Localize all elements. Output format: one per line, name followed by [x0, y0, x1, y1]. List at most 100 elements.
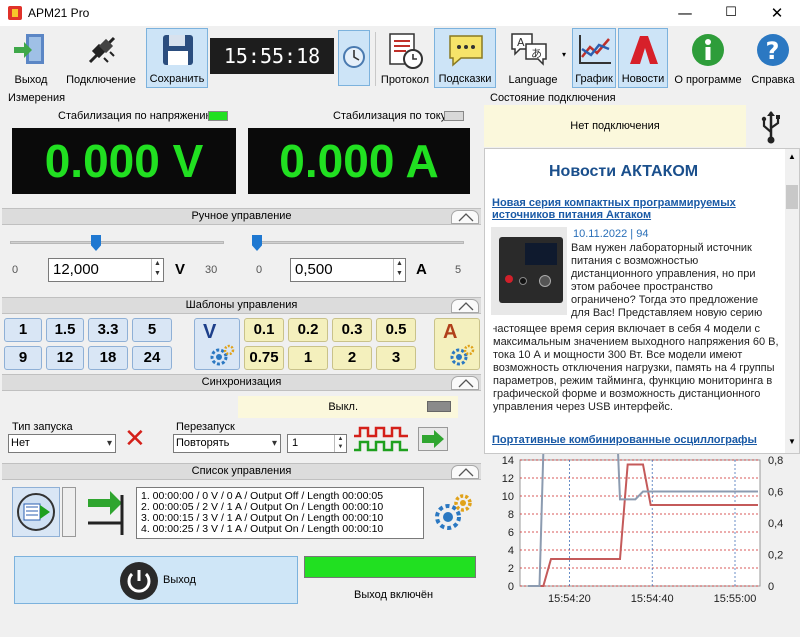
voltage-slider[interactable]	[10, 241, 224, 244]
cv-label: Стабилизация по напряжению	[58, 110, 214, 122]
launch-type-select[interactable]: Нет	[8, 434, 116, 453]
voltage-preset-button[interactable]: 9	[4, 346, 42, 370]
y-tick-right: 0,8	[768, 455, 783, 467]
current-preset-button[interactable]: 0.3	[332, 318, 372, 342]
current-display: 0.000 A	[248, 128, 470, 194]
language-button[interactable]: Aあ Language ▾	[500, 28, 566, 88]
maximize-button[interactable]: ☐	[708, 0, 754, 26]
gears-icon	[450, 344, 475, 366]
collapse-icon[interactable]	[451, 210, 479, 224]
control-list-title: Список управления	[191, 465, 292, 477]
current-preset-button[interactable]: 1	[288, 346, 328, 370]
current-preset-button[interactable]: 0.1	[244, 318, 284, 342]
y-tick-right: 0,2	[768, 550, 783, 562]
list-item[interactable]: 4. 00:00:25 / 3 V / 1 A / Output On / Le…	[141, 524, 419, 535]
y-tick-right: 0	[768, 581, 774, 593]
control-list[interactable]: 1. 00:00:00 / 0 V / 0 A / Output Off / L…	[136, 487, 424, 539]
help-button[interactable]: ? Справка	[748, 28, 798, 88]
exit-button[interactable]: Выход	[4, 28, 58, 88]
current-preset-button[interactable]: 2	[332, 346, 372, 370]
connect-button[interactable]: Подключение	[62, 28, 140, 88]
current-preset-button[interactable]: 3	[376, 346, 416, 370]
templates-header[interactable]: Шаблоны управления	[2, 297, 481, 314]
voltage-preset-button[interactable]: 24	[132, 346, 172, 370]
minimize-button[interactable]: —	[662, 0, 708, 26]
y-tick-right: 0,4	[768, 518, 783, 530]
collapse-icon[interactable]	[451, 299, 479, 313]
voltage-preset-button[interactable]: 12	[46, 346, 84, 370]
x-tick: 15:55:00	[714, 593, 757, 605]
toolbar-separator	[375, 32, 376, 86]
load-list-button[interactable]	[84, 487, 132, 537]
current-unit: A	[416, 261, 427, 278]
current-spin-arrows[interactable]: ▲ ▼	[393, 259, 405, 281]
signal-wave-icon	[354, 426, 408, 452]
protocol-button[interactable]: Протокол	[378, 28, 432, 88]
news-button[interactable]: Новости	[618, 28, 668, 88]
start-sync-button[interactable]	[418, 427, 448, 451]
voltage-spin-arrows[interactable]: ▲ ▼	[151, 259, 163, 281]
voltage-preset-button[interactable]: 3.3	[88, 318, 128, 342]
power-icon	[120, 562, 158, 600]
list-settings-button[interactable]	[430, 487, 476, 537]
list-progress-indicator	[62, 487, 76, 537]
news-text-continued: источников питания Актаком APS-11xx. В н…	[493, 323, 779, 413]
current-slider[interactable]	[252, 241, 464, 244]
manual-control-header[interactable]: Ручное управление	[2, 208, 481, 225]
current-max-label: 5	[455, 264, 462, 276]
current-templates-settings-button[interactable]: A	[434, 318, 480, 370]
clock-display: 15:55:18	[210, 38, 334, 74]
control-list-header[interactable]: Список управления	[2, 463, 481, 480]
news-scrollbar[interactable]: ▲ ▼	[785, 149, 799, 453]
run-list-button[interactable]	[12, 487, 60, 537]
news-panel: Новости АКТАКОМ Новая серия компактных п…	[484, 148, 800, 454]
about-button[interactable]: О программе	[672, 28, 744, 88]
restart-label: Перезапуск	[176, 421, 235, 433]
clock-settings-button[interactable]	[338, 30, 370, 86]
list-play-icon	[17, 493, 55, 531]
current-slider-thumb[interactable]	[252, 235, 262, 251]
current-input[interactable]: 0,500 ▲ ▼	[290, 258, 406, 282]
news-header: Новости АКТАКОМ	[549, 163, 699, 180]
y-tick-left: 0	[508, 581, 514, 593]
voltage-slider-thumb[interactable]	[91, 235, 101, 251]
output-chart[interactable]: 0 2 4 6 8 10 12 14 0 0,2 0,4 0,6 0,8 15:54:20 15:54:40…	[484, 454, 800, 634]
collapse-icon[interactable]	[451, 465, 479, 479]
graph-button[interactable]: График	[572, 28, 616, 88]
restart-select[interactable]: Повторять	[173, 434, 281, 453]
current-preset-button[interactable]: 0.2	[288, 318, 328, 342]
save-button[interactable]: Сохранить	[146, 28, 208, 88]
voltage-preset-button[interactable]: 1	[4, 318, 42, 342]
voltage-input[interactable]: 12,000 ▲ ▼	[48, 258, 164, 282]
templates-title: Шаблоны управления	[185, 299, 298, 311]
voltage-max-label: 30	[205, 264, 218, 276]
cv-indicator	[208, 111, 228, 121]
scroll-thumb[interactable]	[786, 185, 798, 209]
news-item-link[interactable]: Новая серия компактных программируемых и…	[492, 197, 772, 221]
voltage-preset-button[interactable]: 5	[132, 318, 172, 342]
scroll-down-icon[interactable]: ▼	[788, 437, 796, 446]
sync-header[interactable]: Синхронизация	[2, 374, 481, 391]
connection-status: Нет подключения	[484, 105, 746, 147]
voltage-templates-settings-button[interactable]: V	[194, 318, 240, 370]
voltage-preset-button[interactable]: 1.5	[46, 318, 84, 342]
collapse-icon[interactable]	[451, 376, 479, 390]
repeat-spin-arrows[interactable]: ▲ ▼	[334, 435, 346, 452]
repeat-count-input[interactable]: 1 ▲ ▼	[287, 434, 347, 453]
y-tick-left: 10	[502, 491, 514, 503]
scroll-up-icon[interactable]: ▲	[788, 152, 796, 161]
output-toggle-button[interactable]: Выход	[14, 556, 298, 604]
sync-title: Синхронизация	[201, 376, 282, 388]
x-tick: 15:54:40	[631, 593, 674, 605]
app-icon	[8, 6, 22, 20]
speech-bubble-icon	[449, 35, 483, 67]
y-tick-left: 12	[502, 473, 514, 485]
close-button[interactable]: ✕	[754, 0, 800, 26]
news-item-link[interactable]: Портативные комбинированные осциллографы	[492, 434, 757, 446]
voltage-preset-button[interactable]: 18	[88, 346, 128, 370]
hints-button[interactable]: Подсказки	[434, 28, 496, 88]
news-text: Вам нужен лабораторный источник питания …	[571, 242, 763, 319]
current-preset-button[interactable]: 0.5	[376, 318, 416, 342]
cancel-icon[interactable]: ✕	[124, 426, 146, 452]
current-preset-button[interactable]: 0.75	[244, 346, 284, 370]
